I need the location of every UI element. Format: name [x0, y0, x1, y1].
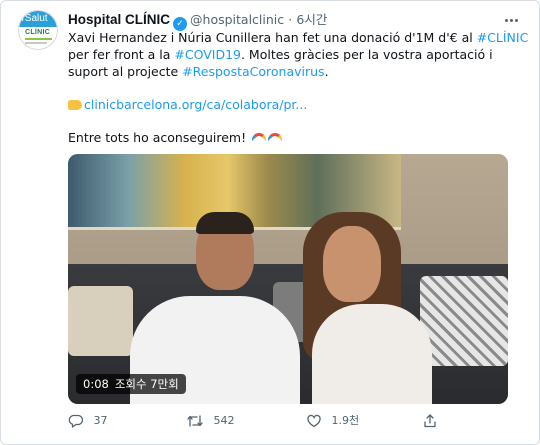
tweet-header: Hospital CLÍNIC ✓ @hospitalclinic · 6시간 — [68, 11, 327, 31]
text-segment: Xavi Hernandez i Núria Cunillera han fet… — [68, 30, 477, 45]
tweet-text-line-1: Xavi Hernandez i Núria Cunillera han fet… — [68, 29, 528, 46]
avatar-stripe-gray — [25, 42, 47, 44]
tweet-card: /Salut CLÍNIC Hospital CLÍNIC ✓ @hospitalc… — [0, 0, 540, 445]
tweet-link-line: clinicbarcelona.org/ca/colabora/pr... — [68, 96, 518, 113]
user-handle[interactable]: @hospitalclinic — [190, 12, 284, 27]
tweet-text-line-2: per fer front a la #COVID19. Moltes gràc… — [68, 46, 518, 63]
retweet-icon — [187, 415, 203, 427]
avatar-clinic-text: CLÍNIC — [25, 29, 51, 36]
avatar-stripe — [25, 38, 52, 40]
text-segment: suport al projecte — [68, 64, 183, 79]
share-button[interactable] — [422, 409, 438, 433]
retweet-button[interactable]: 542 — [186, 409, 235, 433]
hashtag-resposta-coronavirus[interactable]: #RespostaCoronavirus — [182, 64, 324, 79]
like-count: 1.9천 — [331, 414, 360, 427]
avatar-salut-text: /Salut — [22, 13, 48, 24]
retweet-count: 542 — [213, 414, 235, 427]
timestamp[interactable]: 6시간 — [296, 12, 327, 27]
video-person-body — [312, 304, 432, 404]
video-person-hair — [196, 212, 254, 234]
avatar[interactable]: /Salut CLÍNIC — [18, 10, 58, 50]
closing-text: Entre tots ho aconseguirem! — [68, 130, 247, 145]
like-icon — [307, 414, 321, 428]
video-pillow — [68, 286, 133, 356]
share-icon — [424, 414, 436, 428]
hashtag-clinic[interactable]: #CLÍNIC — [477, 30, 529, 45]
more-icon[interactable] — [505, 7, 521, 22]
tweet-actions: 37 542 1.9천 — [68, 409, 488, 433]
video-person-head — [323, 226, 381, 302]
rainbow-icon — [252, 133, 267, 141]
text-segment: . Moltes gràcies per la vostra aportació… — [240, 47, 493, 62]
pointing-hand-icon — [68, 100, 82, 110]
rainbow-icon — [268, 133, 283, 141]
hashtag-covid19[interactable]: #COVID19 — [174, 47, 241, 62]
reply-button[interactable]: 37 — [68, 409, 108, 433]
tweet-closing-line: Entre tots ho aconseguirem! — [68, 129, 518, 146]
video-views: 조회수 7만회 — [114, 377, 179, 391]
display-name[interactable]: Hospital CLÍNIC — [68, 12, 170, 27]
video-info-badge: 0:08 조회수 7만회 — [76, 374, 186, 394]
text-segment: per fer front a la — [68, 47, 175, 62]
tweet-url[interactable]: clinicbarcelona.org/ca/colabora/pr... — [84, 97, 307, 112]
video-pillow — [420, 276, 508, 366]
reply-count: 37 — [93, 414, 108, 427]
tweet-text-line-3: suport al projecte #RespostaCoronavirus. — [68, 63, 518, 80]
video-duration: 0:08 — [83, 377, 109, 391]
header-separator: · — [288, 12, 293, 27]
video-player[interactable]: 0:08 조회수 7만회 — [68, 154, 508, 404]
like-button[interactable]: 1.9천 — [306, 409, 359, 433]
text-segment: . — [324, 64, 329, 79]
reply-icon — [68, 414, 84, 428]
